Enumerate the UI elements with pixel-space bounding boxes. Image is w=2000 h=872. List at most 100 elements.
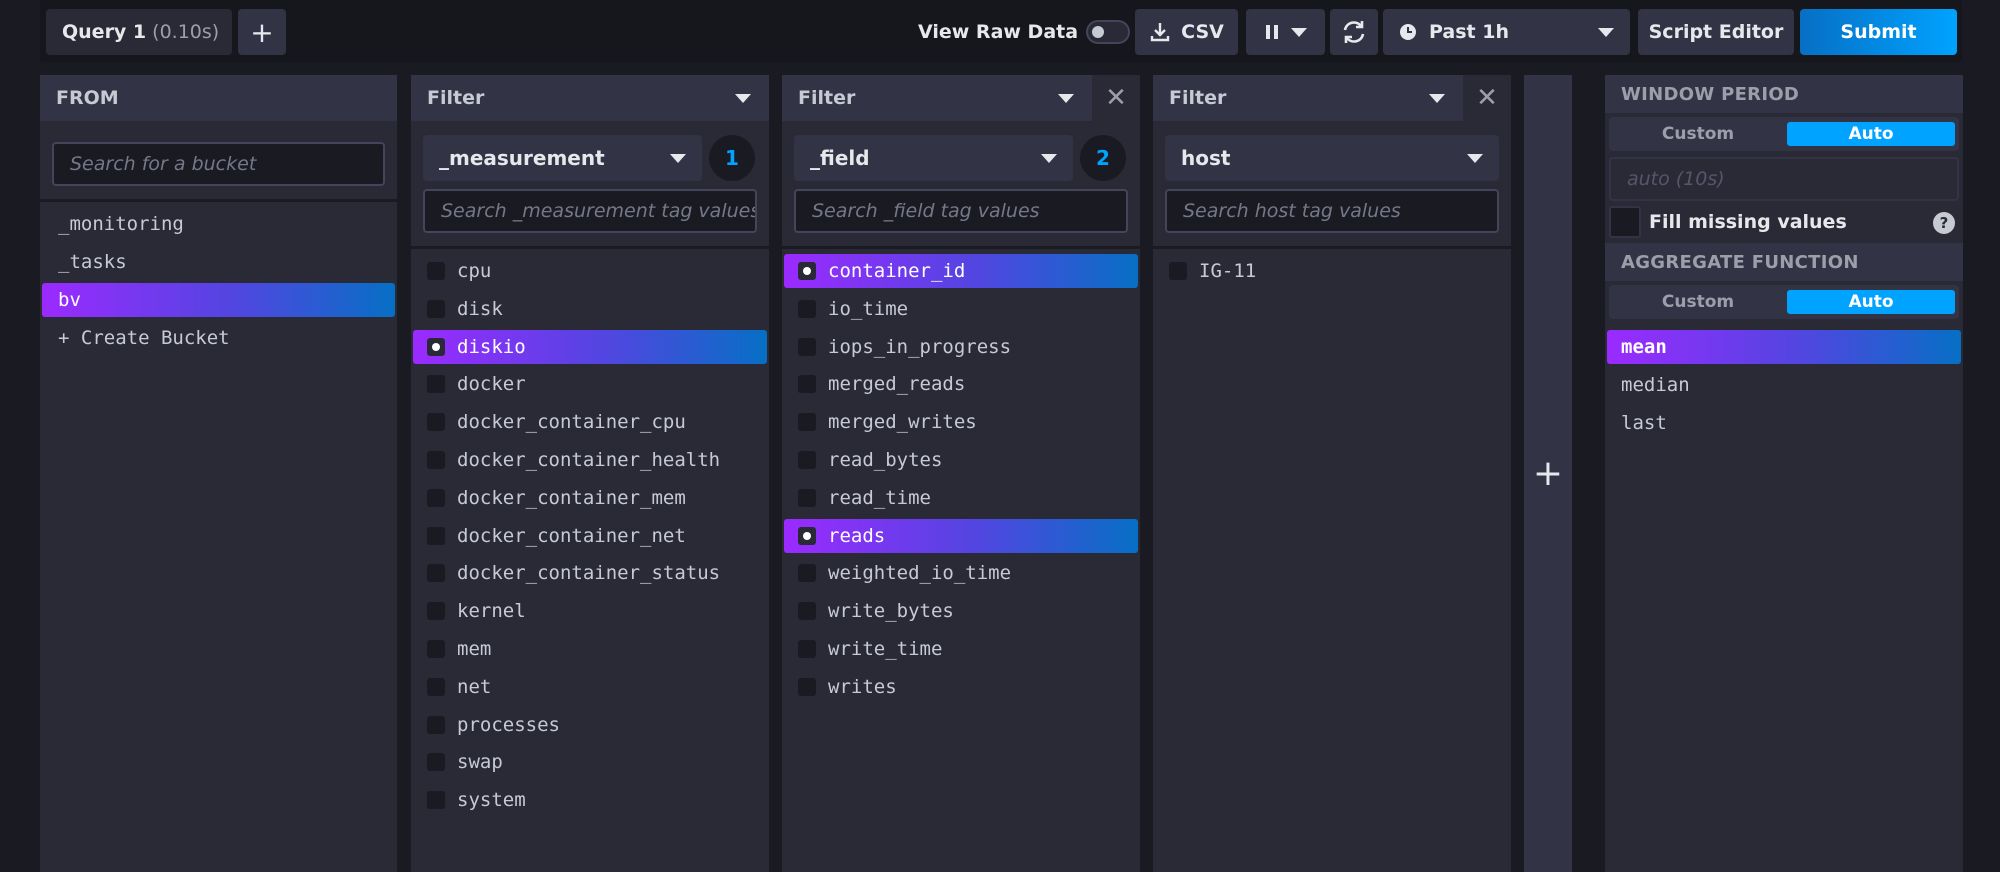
tag-value-item[interactable]: docker_container_mem bbox=[413, 481, 767, 515]
tag-key-dropdown[interactable]: _field bbox=[794, 135, 1073, 181]
query-tab-label: Query 1 bbox=[62, 21, 147, 43]
query-tab[interactable]: Query 1 (0.10s) bbox=[46, 9, 232, 55]
tag-values-search-input[interactable]: Search _field tag values bbox=[794, 189, 1128, 233]
tag-value-item[interactable]: read_bytes bbox=[784, 443, 1138, 477]
checkbox[interactable] bbox=[798, 337, 816, 356]
function-item[interactable]: median bbox=[1607, 368, 1961, 402]
checkbox[interactable] bbox=[427, 715, 445, 734]
script-editor-button[interactable]: Script Editor bbox=[1638, 9, 1794, 55]
tag-value-item[interactable]: weighted_io_time bbox=[784, 556, 1138, 590]
tag-value-item[interactable]: disk bbox=[413, 292, 767, 326]
checkbox[interactable] bbox=[427, 791, 445, 810]
tag-values-search-input[interactable]: Search host tag values bbox=[1165, 189, 1499, 233]
refresh-button[interactable] bbox=[1330, 9, 1378, 55]
close-icon[interactable]: ✕ bbox=[1092, 75, 1140, 121]
checkbox[interactable] bbox=[427, 375, 445, 394]
tag-key-dropdown[interactable]: _measurement bbox=[423, 135, 702, 181]
checkbox[interactable] bbox=[798, 602, 816, 621]
checkbox[interactable] bbox=[1169, 262, 1187, 280]
tag-value-item[interactable]: write_bytes bbox=[784, 594, 1138, 628]
checkbox[interactable] bbox=[798, 488, 816, 507]
auto-refresh-dropdown[interactable] bbox=[1246, 9, 1325, 55]
checkbox[interactable] bbox=[427, 602, 445, 621]
tag-value-item[interactable]: system bbox=[413, 783, 767, 817]
fill-missing-checkbox[interactable] bbox=[1609, 206, 1641, 238]
tag-value-label: docker_container_mem bbox=[457, 486, 686, 509]
checkbox[interactable] bbox=[798, 262, 816, 280]
chevron-down-icon bbox=[1041, 154, 1057, 163]
chevron-down-icon[interactable] bbox=[1429, 94, 1445, 103]
checkbox[interactable] bbox=[427, 677, 445, 696]
checkbox[interactable] bbox=[427, 413, 445, 432]
tag-value-item[interactable]: merged_writes bbox=[784, 405, 1138, 439]
add-query-button[interactable]: + bbox=[238, 9, 286, 55]
checkbox[interactable] bbox=[798, 564, 816, 583]
tag-value-item[interactable]: docker bbox=[413, 367, 767, 401]
create-bucket-link[interactable]: + Create Bucket bbox=[42, 321, 395, 355]
checkbox[interactable] bbox=[427, 337, 445, 356]
time-range-dropdown[interactable]: Past 1h bbox=[1383, 9, 1630, 55]
window-period-input[interactable]: auto (10s) bbox=[1609, 157, 1959, 201]
checkbox[interactable] bbox=[427, 262, 445, 280]
window-auto-option[interactable]: Auto bbox=[1787, 122, 1955, 146]
checkbox[interactable] bbox=[798, 677, 816, 696]
tag-value-item-selected[interactable]: diskio bbox=[413, 329, 767, 364]
checkbox[interactable] bbox=[427, 753, 445, 772]
tag-value-item-selected[interactable]: container_id bbox=[784, 254, 1138, 288]
tag-value-label: docker_container_status bbox=[457, 562, 721, 585]
checkbox[interactable] bbox=[427, 526, 445, 545]
function-custom-option[interactable]: Custom bbox=[1613, 290, 1783, 314]
tag-values-search-input[interactable]: Search _measurement tag values bbox=[423, 189, 757, 233]
tag-value-label: system bbox=[457, 789, 526, 812]
toggle-switch[interactable] bbox=[1086, 20, 1131, 44]
tag-value-item[interactable]: docker_container_cpu bbox=[413, 405, 767, 439]
bucket-item[interactable]: _monitoring bbox=[42, 207, 395, 241]
window-custom-option[interactable]: Custom bbox=[1613, 122, 1783, 146]
checkbox[interactable] bbox=[427, 299, 445, 318]
tag-value-item[interactable]: merged_reads bbox=[784, 367, 1138, 401]
tag-value-item-selected[interactable]: reads bbox=[784, 518, 1138, 553]
tag-value-item[interactable]: write_time bbox=[784, 632, 1138, 666]
tag-value-item[interactable]: kernel bbox=[413, 594, 767, 628]
checkbox[interactable] bbox=[798, 299, 816, 318]
function-auto-option[interactable]: Auto bbox=[1787, 290, 1955, 314]
bucket-item[interactable]: _tasks bbox=[42, 245, 395, 279]
add-filter-button[interactable]: + bbox=[1524, 75, 1572, 872]
checkbox[interactable] bbox=[798, 451, 816, 469]
chevron-down-icon[interactable] bbox=[1058, 94, 1074, 103]
checkbox[interactable] bbox=[427, 451, 445, 469]
chevron-down-icon[interactable] bbox=[735, 94, 751, 103]
tag-value-item[interactable]: docker_container_status bbox=[413, 556, 767, 590]
tag-value-item[interactable]: net bbox=[413, 670, 767, 704]
checkbox[interactable] bbox=[427, 564, 445, 583]
close-icon[interactable]: ✕ bbox=[1463, 75, 1511, 121]
tag-value-item[interactable]: iops_in_progress bbox=[784, 330, 1138, 364]
tag-value-item[interactable]: cpu bbox=[413, 254, 767, 288]
function-item[interactable]: last bbox=[1607, 406, 1961, 440]
tag-value-item[interactable]: io_time bbox=[784, 292, 1138, 326]
function-item-selected[interactable]: mean bbox=[1607, 330, 1961, 364]
bucket-search-input[interactable]: Search for a bucket bbox=[52, 142, 385, 186]
tag-value-label: writes bbox=[828, 675, 897, 698]
tag-key-dropdown[interactable]: host bbox=[1165, 135, 1499, 181]
checkbox[interactable] bbox=[798, 526, 816, 545]
checkbox[interactable] bbox=[798, 640, 816, 658]
checkbox[interactable] bbox=[798, 413, 816, 432]
tag-value-item[interactable]: docker_container_health bbox=[413, 443, 767, 477]
tag-value-item[interactable]: IG-11 bbox=[1155, 254, 1509, 288]
tag-value-item[interactable]: writes bbox=[784, 670, 1138, 704]
tag-value-item[interactable]: docker_container_net bbox=[413, 519, 767, 553]
checkbox[interactable] bbox=[427, 640, 445, 658]
tag-value-item[interactable]: mem bbox=[413, 632, 767, 666]
tag-value-label: docker_container_net bbox=[457, 524, 686, 547]
bucket-item-selected[interactable]: bv bbox=[42, 283, 395, 317]
view-raw-data-toggle[interactable]: View Raw Data bbox=[918, 9, 1131, 55]
help-icon[interactable]: ? bbox=[1933, 212, 1955, 234]
submit-button[interactable]: Submit bbox=[1800, 9, 1957, 55]
csv-download-button[interactable]: CSV bbox=[1135, 9, 1238, 55]
tag-value-item[interactable]: read_time bbox=[784, 481, 1138, 515]
tag-value-item[interactable]: swap bbox=[413, 745, 767, 779]
tag-value-item[interactable]: processes bbox=[413, 708, 767, 742]
checkbox[interactable] bbox=[427, 488, 445, 507]
checkbox[interactable] bbox=[798, 375, 816, 394]
